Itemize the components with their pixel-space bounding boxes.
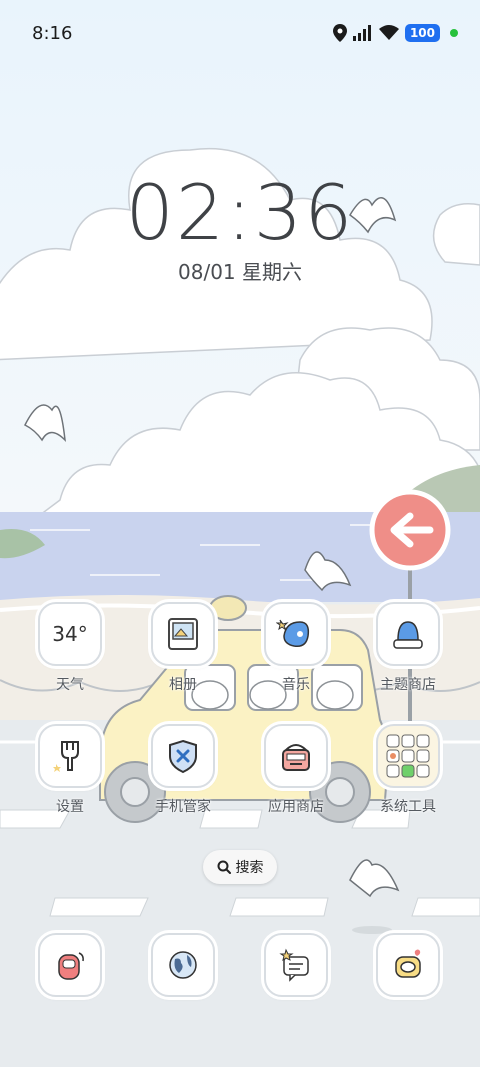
wallpaper-illustration: [0, 0, 480, 1067]
app-music[interactable]: 音乐: [241, 602, 351, 694]
messages-glyph: [279, 948, 309, 982]
app-label: 音乐: [282, 677, 310, 693]
phone-manager-icon[interactable]: [151, 724, 215, 788]
wifi-icon: [378, 25, 399, 40]
app-theme-store[interactable]: 主题商店: [353, 602, 463, 694]
app-label: 相册: [169, 677, 197, 693]
app-label: 主题商店: [380, 677, 436, 693]
status-icons: 100: [332, 24, 458, 42]
weather-temperature: 34°: [52, 622, 88, 646]
camera-glyph: [395, 949, 421, 978]
search-label: 搜索: [235, 860, 264, 876]
app-settings[interactable]: 设置: [15, 724, 125, 816]
dock-browser[interactable]: [128, 933, 238, 997]
dock-messages[interactable]: [241, 933, 351, 997]
app-weather[interactable]: 34° 天气: [15, 602, 125, 694]
theme-store-icon[interactable]: [376, 602, 440, 666]
home-search-button[interactable]: 搜索: [203, 850, 277, 884]
phone-glyph: [58, 952, 84, 980]
status-bar: 8:16 100: [0, 0, 480, 66]
app-label: 天气: [56, 677, 84, 693]
weather-icon[interactable]: 34°: [38, 602, 102, 666]
app-label: 系统工具: [380, 799, 436, 815]
messages-icon[interactable]: [264, 933, 328, 997]
phone-manager-glyph: [169, 739, 197, 774]
music-glyph: [276, 619, 310, 648]
dock-camera[interactable]: [353, 933, 463, 997]
status-time: 8:16: [32, 22, 73, 44]
system-tools-folder-icon[interactable]: [376, 724, 440, 788]
music-icon[interactable]: [264, 602, 328, 666]
app-phone-manager[interactable]: 手机管家: [128, 724, 238, 816]
app-system-tools-folder[interactable]: 系统工具: [353, 724, 463, 816]
signal-icon: [352, 25, 371, 41]
app-gallery[interactable]: 相册: [128, 602, 238, 694]
camera-icon[interactable]: [376, 933, 440, 997]
browser-glyph: [169, 951, 197, 979]
dock-phone[interactable]: [15, 933, 125, 997]
settings-icon[interactable]: [38, 724, 102, 788]
app-store-glyph: [282, 744, 310, 771]
phone-icon[interactable]: [38, 933, 102, 997]
app-store-icon[interactable]: [264, 724, 328, 788]
theme-store-glyph: [393, 621, 423, 649]
app-app-store[interactable]: 应用商店: [241, 724, 351, 816]
battery-icon: 100: [404, 24, 440, 42]
app-label: 应用商店: [268, 799, 324, 815]
location-icon: [332, 24, 347, 42]
app-label: 设置: [56, 799, 84, 815]
settings-glyph: [53, 741, 79, 772]
folder-grid-glyph: [386, 734, 430, 778]
app-label: 手机管家: [155, 799, 211, 815]
lockscreen-clock: 02:36: [125, 168, 355, 257]
gallery-glyph: [168, 618, 198, 650]
wallpaper: [0, 0, 480, 1067]
gallery-icon[interactable]: [151, 602, 215, 666]
search-icon: [217, 860, 231, 874]
browser-icon[interactable]: [151, 933, 215, 997]
green-dot-icon: [450, 29, 458, 37]
lockscreen-date: 08/01 星期六: [178, 260, 302, 284]
